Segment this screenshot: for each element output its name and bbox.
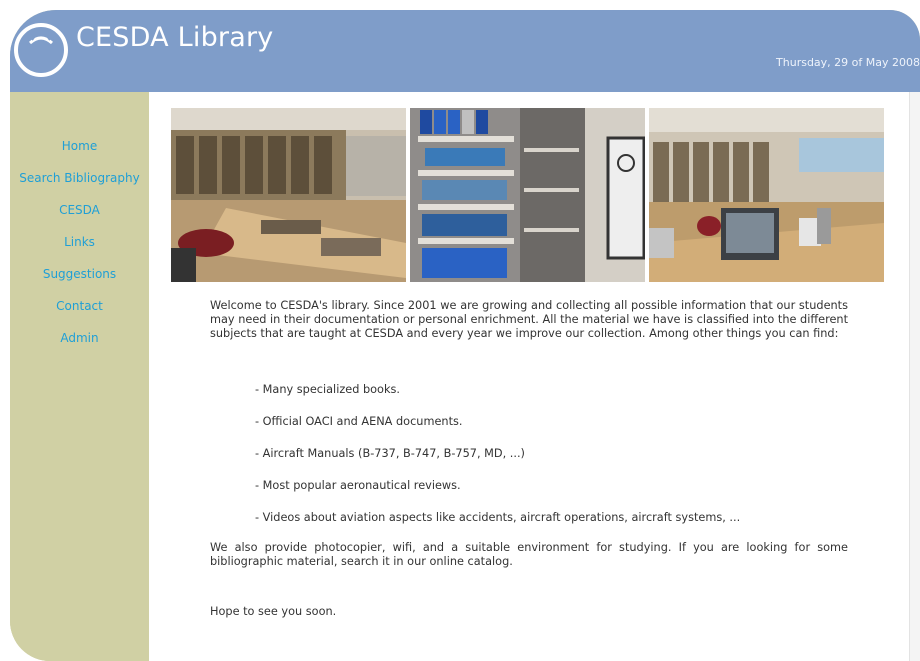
nav-link-home[interactable]: Home: [10, 139, 149, 171]
library-shelves-photo: [410, 108, 645, 282]
site-header: CESDA Library Thursday, 29 of May 2008: [10, 10, 920, 92]
library-reading-room-photo: [171, 108, 406, 282]
list-item: - Most popular aeronautical reviews.: [255, 479, 461, 492]
site-title: CESDA Library: [76, 22, 274, 53]
list-item: - Videos about aviation aspects like acc…: [255, 511, 741, 524]
main-nav: Home Search Bibliography CESDA Links Sug…: [10, 139, 149, 363]
intro-paragraph: Welcome to CESDA's library. Since 2001 w…: [210, 299, 849, 340]
list-item: - Many specialized books.: [255, 383, 400, 396]
nav-link-suggestions[interactable]: Suggestions: [10, 267, 149, 299]
nav-link-contact[interactable]: Contact: [10, 299, 149, 331]
cesda-logo-icon: [14, 23, 68, 77]
nav-link-search-bibliography[interactable]: Search Bibliography: [10, 171, 149, 203]
nav-link-links[interactable]: Links: [10, 235, 149, 267]
vertical-scrollbar[interactable]: [909, 92, 920, 661]
welcome-text: Welcome to CESDA's library. Since 2001 w…: [210, 299, 849, 618]
page-frame: CESDA Library Thursday, 29 of May 2008 H…: [10, 10, 920, 661]
library-computer-area-photo: [649, 108, 884, 282]
sidebar: Home Search Bibliography CESDA Links Sug…: [10, 92, 149, 661]
main-content: Welcome to CESDA's library. Since 2001 w…: [149, 92, 909, 661]
services-paragraph: We also provide photocopier, wifi, and a…: [210, 541, 848, 568]
nav-link-cesda[interactable]: CESDA: [10, 203, 149, 235]
nav-link-admin[interactable]: Admin: [10, 331, 149, 363]
list-item: - Aircraft Manuals (B-737, B-747, B-757,…: [255, 447, 525, 460]
closing-paragraph: Hope to see you soon.: [210, 605, 337, 618]
list-item: - Official OACI and AENA documents.: [255, 415, 463, 428]
current-date: Thursday, 29 of May 2008: [776, 56, 920, 69]
